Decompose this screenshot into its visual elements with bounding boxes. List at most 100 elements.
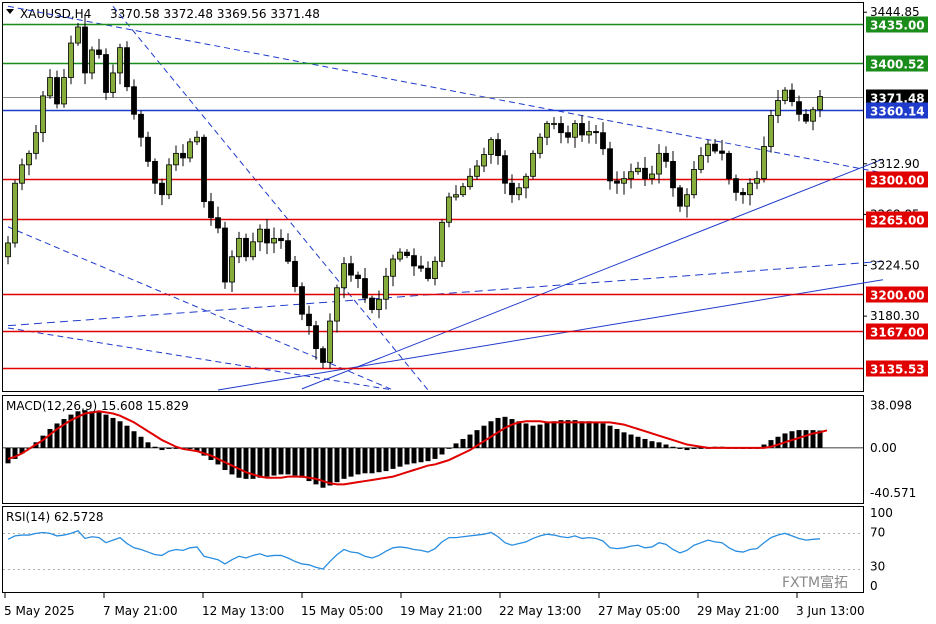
candle-body [222, 227, 228, 283]
candle-body [607, 148, 613, 182]
macd-bar [124, 425, 130, 448]
candle-body [229, 256, 235, 283]
candle-body [719, 150, 725, 154]
time-tick-label: 7 May 21:00 [103, 604, 178, 618]
candle-body [341, 263, 347, 289]
macd-bar [299, 447, 305, 478]
candle-body [68, 42, 74, 78]
macd-bar [642, 438, 648, 448]
candle-body [152, 160, 158, 184]
candle-body [96, 49, 102, 55]
time-tick-label: 12 May 13:00 [202, 604, 284, 618]
macd-bar [292, 447, 298, 476]
macd-bar [278, 447, 284, 475]
macd-bar [649, 441, 655, 448]
level-tag-label: 3300.00 [870, 174, 925, 188]
trend-line [7, 260, 884, 327]
candle-body [565, 132, 571, 138]
macd-bar [607, 425, 613, 448]
macd-bar [285, 447, 291, 475]
candle-body [362, 278, 368, 299]
candle-body [54, 77, 60, 105]
candle-body [467, 175, 473, 188]
collapse-arrow-icon[interactable] [6, 9, 14, 14]
candle-body [516, 187, 522, 196]
candle-body [299, 286, 305, 315]
macd-bar [467, 434, 473, 448]
candle-body [131, 86, 137, 115]
macd-bar [684, 447, 690, 451]
macd-bar [572, 420, 578, 448]
macd-bar [803, 430, 809, 448]
rsi-tick-label: 30 [870, 560, 885, 574]
candle-body [691, 169, 697, 196]
macd-bar [523, 423, 529, 448]
trend-line [7, 327, 394, 391]
macd-bar [544, 422, 550, 448]
candle-body [775, 100, 781, 116]
candle-body [600, 132, 606, 150]
candle-body [558, 123, 564, 134]
candle-body [404, 251, 410, 256]
candle-body [579, 123, 585, 136]
macd-bar [327, 447, 333, 486]
candle-body [383, 275, 389, 300]
macd-bar [432, 447, 438, 459]
rsi-tick-label: 0 [870, 579, 878, 593]
level-tag-label: 3360.14 [870, 105, 925, 119]
macd-bar [369, 447, 375, 474]
candle-body [572, 123, 578, 138]
candle-body [208, 201, 214, 219]
candle-body [642, 167, 648, 180]
macd-bar [110, 417, 116, 448]
macd-bar [47, 429, 53, 448]
macd-bar [215, 447, 221, 465]
macd-bar [586, 421, 592, 448]
candle-body [761, 146, 767, 180]
candle-body [439, 221, 445, 262]
level-tag-label: 3400.52 [870, 58, 925, 72]
macd-label: MACD(12,26,9) 15.608 15.829 [6, 399, 189, 413]
candle-body [103, 54, 109, 93]
macd-bar [691, 447, 697, 449]
candle-body [593, 131, 599, 134]
macd-bar [117, 421, 123, 448]
time-axis: 5 May 2025 7 May 21:00 12 May 13:00 15 May … [4, 593, 865, 618]
macd-bar [5, 447, 11, 464]
ohlc-readout: 3370.58 3372.48 3369.56 3371.48 [110, 7, 320, 21]
candle-body [145, 136, 151, 162]
macd-bar [362, 447, 368, 474]
candle-body [243, 237, 249, 258]
macd-bar [236, 447, 242, 478]
candle-body [663, 152, 669, 162]
macd-bar [306, 447, 312, 482]
candle-body [355, 274, 361, 279]
macd-bar [390, 447, 396, 469]
macd-bar [411, 447, 417, 464]
candle-body [705, 143, 711, 157]
candle-body [551, 123, 557, 125]
macd-bar [397, 447, 403, 467]
candle-body [684, 194, 690, 207]
candle-body [544, 123, 550, 138]
candle-body [733, 178, 739, 193]
macd-bar [383, 447, 389, 472]
candle-body [173, 152, 179, 166]
candle-body [628, 171, 634, 180]
macd-bar [670, 446, 676, 448]
candle-body [61, 77, 67, 105]
macd-bar [208, 447, 214, 461]
candle-body [747, 182, 753, 196]
candle-body [411, 255, 417, 267]
rsi-label: RSI(14) 62.5728 [6, 510, 104, 524]
rsi-line [7, 530, 821, 570]
candle-body [530, 152, 536, 177]
macd-bar [600, 423, 606, 448]
candle-body [474, 165, 480, 177]
rsi-axis: 100 70 30 0 [870, 506, 893, 593]
candle-body [390, 258, 396, 277]
time-tick-label: 15 May 05:00 [301, 604, 383, 618]
candle-body [306, 313, 312, 327]
candle-body [397, 251, 403, 260]
candles [5, 16, 823, 369]
